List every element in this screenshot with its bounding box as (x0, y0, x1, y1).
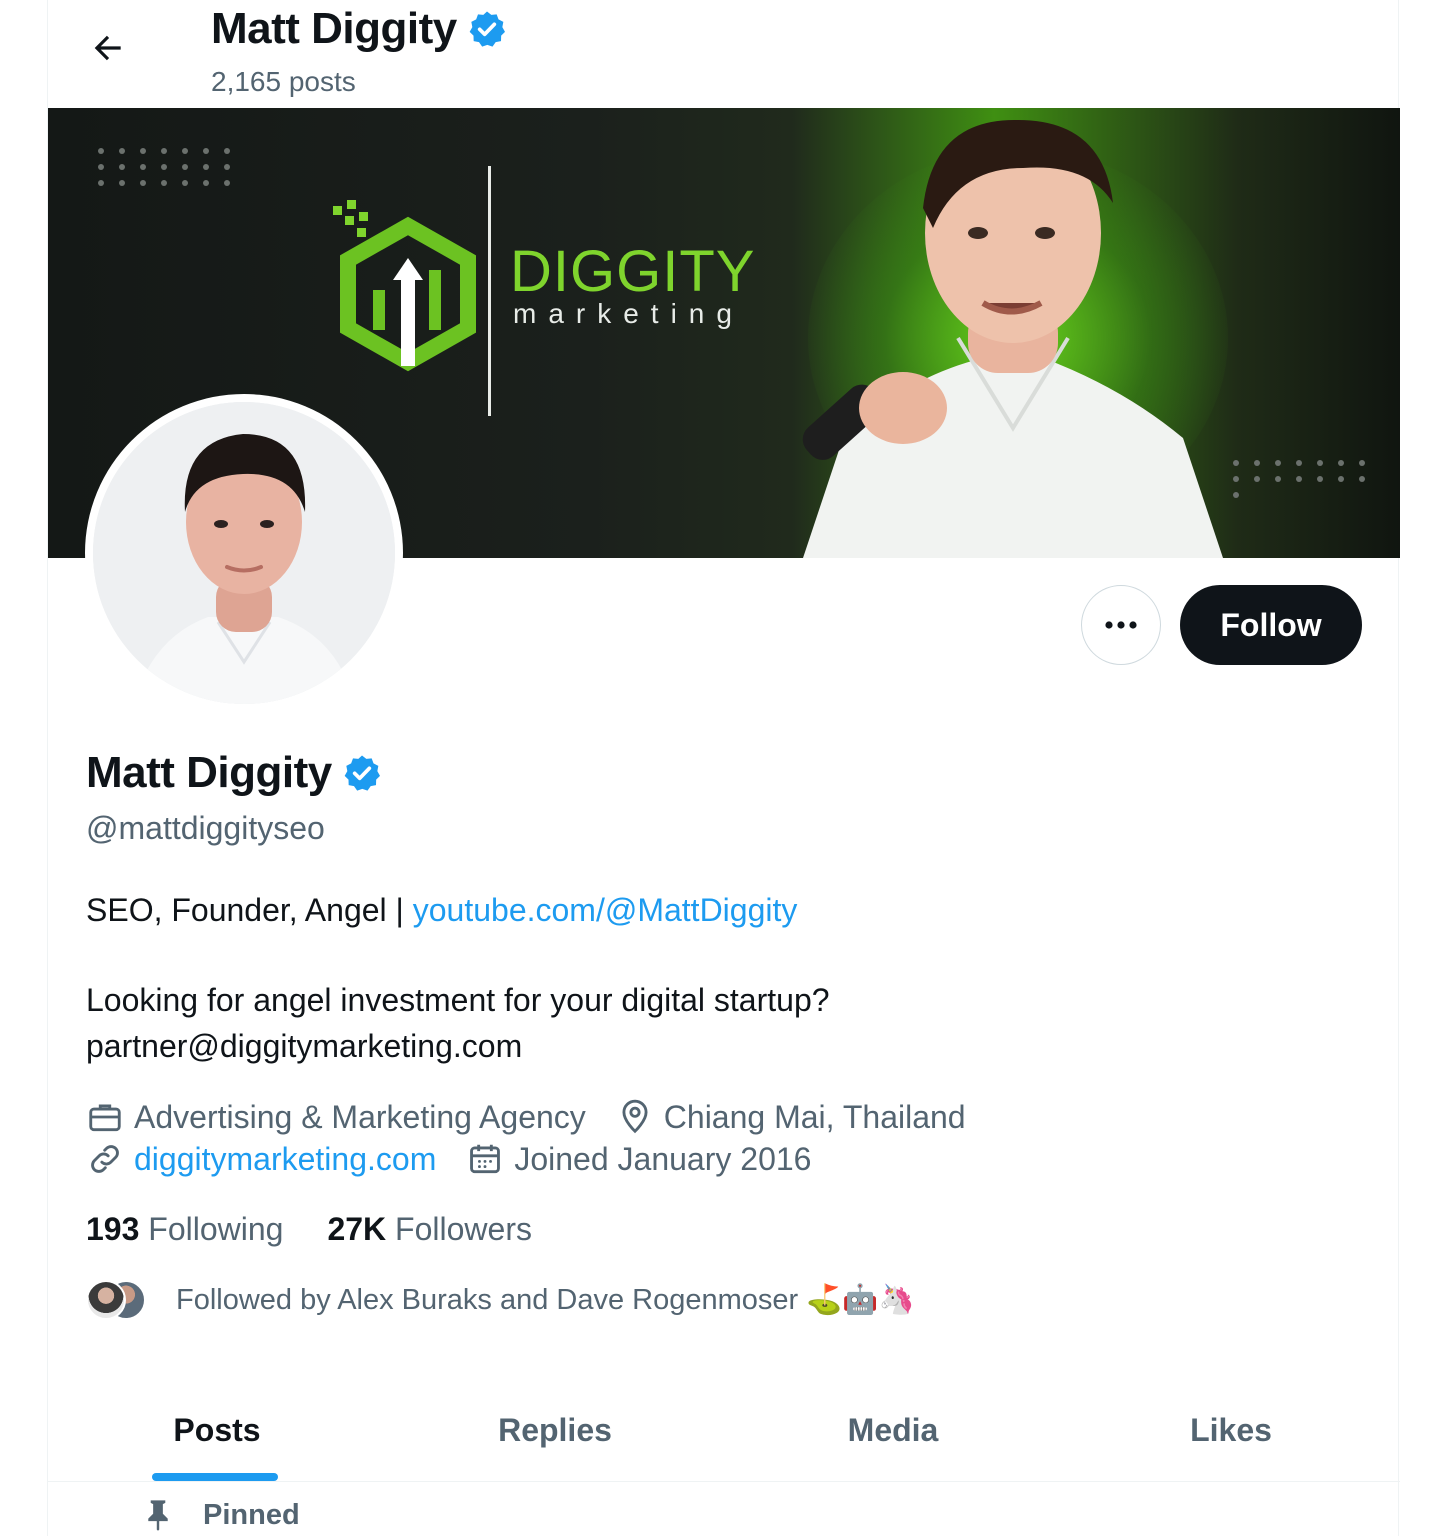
logo-subtext: marketing (513, 298, 744, 329)
verified-badge-icon[interactable] (342, 753, 382, 793)
following-stat[interactable]: 193 Following (86, 1211, 283, 1248)
header-posts-count: 2,165 posts (211, 66, 356, 97)
header-name-text: Matt Diggity (211, 4, 457, 53)
profile-meta-row-1: Advertising & Marketing Agency Chiang Ma… (86, 1098, 996, 1136)
more-options-button[interactable] (1081, 585, 1161, 665)
profile-meta-row-2: diggitymarketing.com Joined January 2016 (86, 1140, 841, 1178)
banner-dots (1233, 460, 1371, 498)
link-icon (91, 1145, 119, 1173)
bio-line-3: partner@diggitymarketing.com (86, 1028, 523, 1064)
meta-location: Chiang Mai, Thailand (616, 1098, 966, 1136)
tab-likes[interactable]: Likes (1062, 1380, 1400, 1481)
followers-stat[interactable]: 27K Followers (327, 1211, 532, 1248)
tab-media[interactable]: Media (724, 1380, 1062, 1481)
meta-location-text: Chiang Mai, Thailand (663, 1098, 966, 1135)
logo-divider (488, 166, 491, 416)
following-count: 193 (86, 1211, 140, 1247)
meta-joined-text: Joined January 2016 (514, 1140, 812, 1177)
profile-name-text: Matt Diggity (86, 748, 332, 797)
pinned-label: Pinned (203, 1498, 300, 1531)
meta-joined: Joined January 2016 (466, 1140, 811, 1178)
tab-label: Posts (173, 1412, 261, 1448)
avatar-illustration (93, 402, 395, 704)
banner-dots (98, 148, 236, 186)
location-pin-icon (622, 1099, 648, 1134)
bio-youtube-link[interactable]: youtube.com/@MattDiggity (413, 892, 798, 928)
followers-count: 27K (327, 1211, 387, 1247)
profile-tabs: Posts Replies Media Likes (48, 1380, 1400, 1482)
tab-label: Likes (1190, 1412, 1272, 1448)
calendar-icon (470, 1144, 501, 1174)
tab-replies[interactable]: Replies (386, 1380, 724, 1481)
bio-prefix: SEO, Founder, Angel | (86, 892, 413, 928)
profile-column: Matt Diggity 2,165 posts DIGGITY marketi… (47, 0, 1400, 1536)
follower-avatar (86, 1280, 126, 1320)
verified-badge-icon (469, 11, 505, 47)
bio-line-2: Looking for angel investment for your di… (86, 982, 830, 1018)
profile-stats: 193 Following 27K Followers (86, 1211, 532, 1248)
logo-wordmark: DIGGITY (510, 239, 756, 304)
more-icon (1105, 621, 1137, 629)
top-header: Matt Diggity 2,165 posts (48, 0, 1400, 108)
meta-website[interactable]: diggitymarketing.com (86, 1140, 436, 1178)
follow-button[interactable]: Follow (1180, 585, 1362, 665)
tab-label: Media (847, 1412, 939, 1448)
tab-posts[interactable]: Posts (48, 1380, 386, 1481)
followed-by[interactable]: Followed by Alex Buraks and Dave Rogenmo… (86, 1278, 915, 1322)
pinned-indicator: Pinned (143, 1498, 300, 1532)
bio-line-1: SEO, Founder, Angel | youtube.com/@MattD… (86, 892, 797, 929)
back-button[interactable] (78, 18, 138, 78)
briefcase-icon (89, 1104, 121, 1132)
following-label: Following (148, 1211, 284, 1247)
avatar-photo (93, 402, 395, 704)
followers-label: Followers (395, 1211, 532, 1247)
meta-category: Advertising & Marketing Agency (86, 1098, 586, 1136)
header-title: Matt Diggity (211, 4, 507, 54)
followed-by-text: Followed by Alex Buraks and Dave Rogenmo… (176, 1284, 915, 1316)
diggity-logo-icon (333, 200, 476, 372)
speaker-photo (802, 119, 1223, 558)
profile-avatar[interactable] (85, 394, 403, 712)
profile-handle: @mattdiggityseo (86, 810, 325, 846)
followed-by-avatars (86, 1278, 148, 1322)
active-tab-indicator (152, 1473, 278, 1481)
back-arrow-icon (94, 35, 121, 61)
meta-website-link[interactable]: diggitymarketing.com (134, 1141, 436, 1178)
meta-category-text: Advertising & Marketing Agency (134, 1098, 586, 1135)
profile-name: Matt Diggity (86, 748, 382, 798)
pin-icon (148, 1500, 168, 1531)
tab-label: Replies (498, 1412, 612, 1448)
